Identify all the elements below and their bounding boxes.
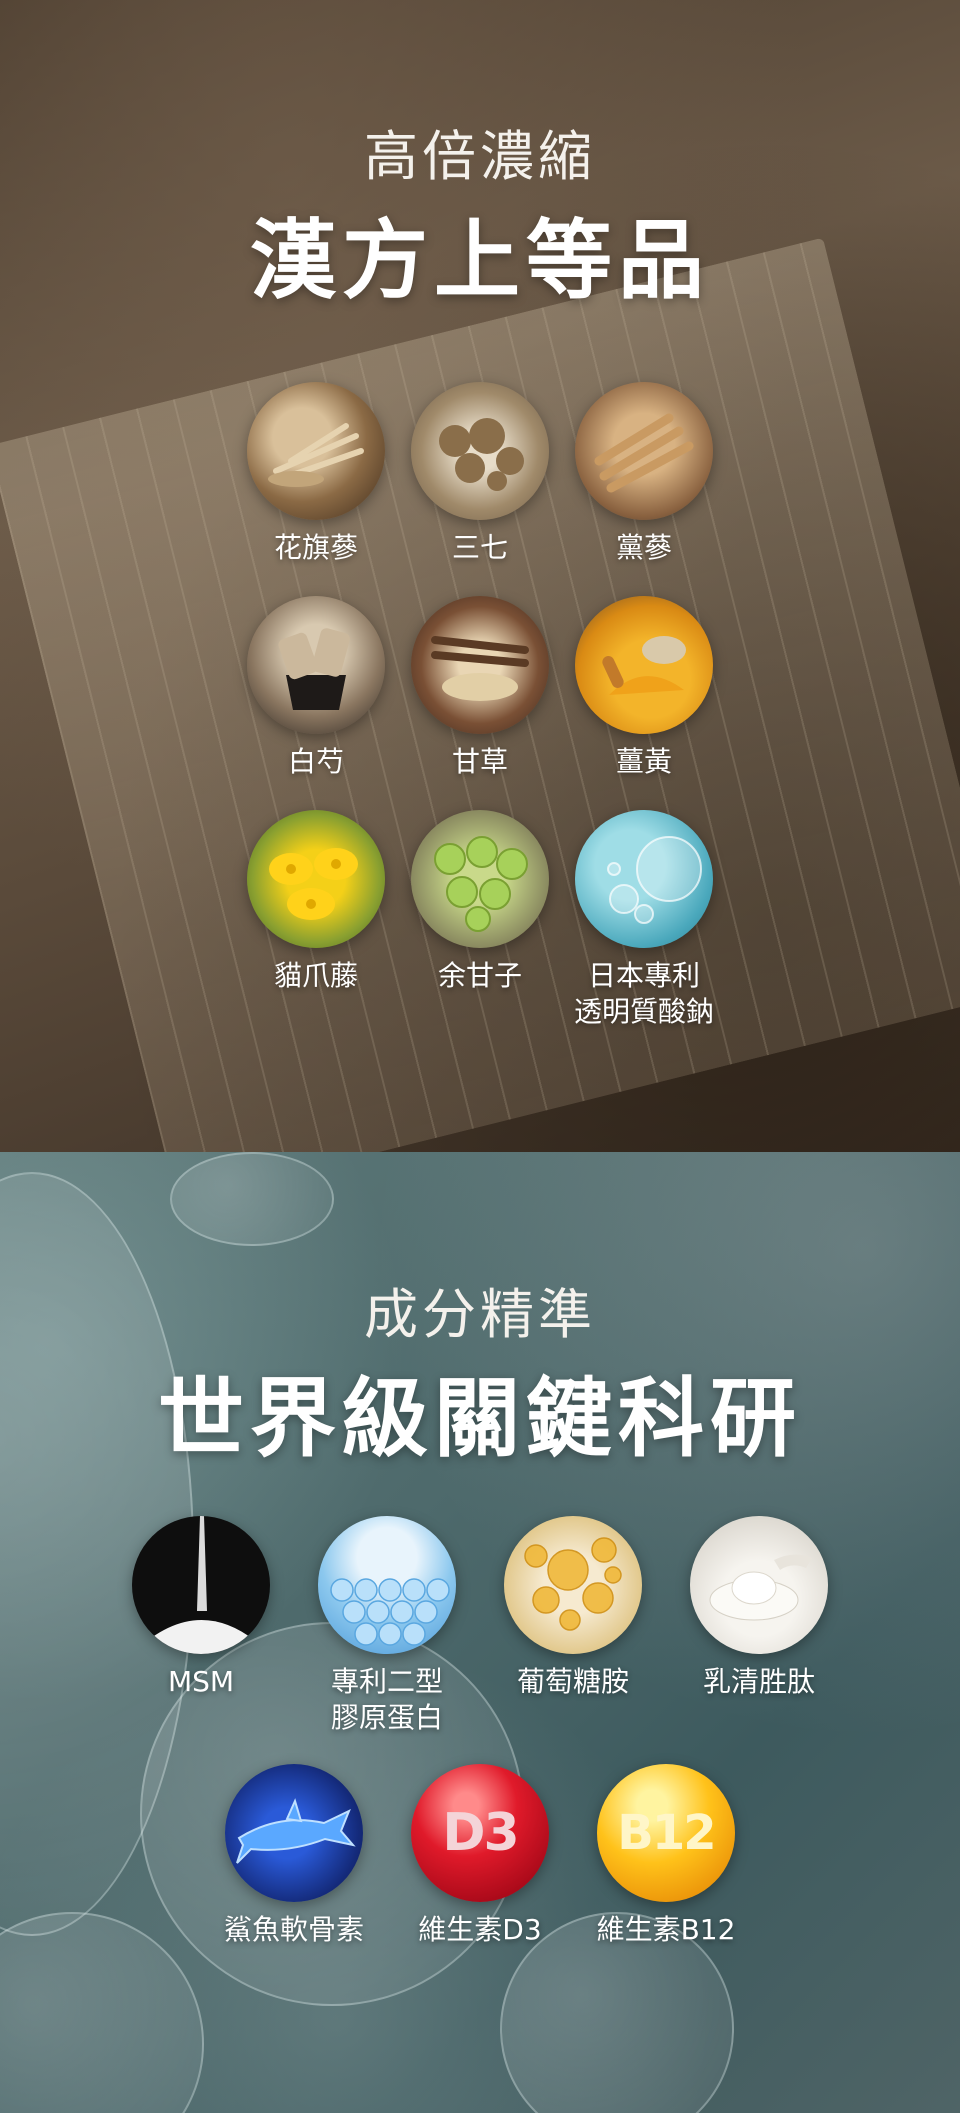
sanqi-icon [411,382,549,520]
ingredient-item-msm: MSM [111,1516,291,1700]
ingredient-item-collagen: 專利二型 膠原蛋白 [297,1516,477,1736]
herb-label: 余甘子 [437,959,522,992]
herb-label-line2: 透明質酸鈉 [573,995,714,1028]
herb-item-hyaluronic: 日本專利 透明質酸鈉 [554,810,734,1030]
ingredient-label: MSM [167,1665,235,1698]
herb-item-licorice: 甘草 [390,596,570,780]
bubble-decoration [170,1152,334,1246]
peony-root-icon [247,596,385,734]
ingredient-label: 葡萄糖胺 [516,1665,629,1698]
vitamin-b12-icon: B12 [597,1764,735,1902]
ingredient-item-glucosamine: 葡萄糖胺 [483,1516,663,1700]
herbs-title: 漢方上等品 [0,190,960,315]
whey-powder-icon [690,1516,828,1654]
msm-powder-icon [132,1516,270,1654]
ingredient-item-vitamin-b12: B12 維生素B12 [576,1764,756,1948]
herb-item-american-ginseng: 花旗蔘 [226,382,406,566]
bubble-decoration [0,1912,204,2113]
herb-item-codonopsis: 黨蔘 [554,382,734,566]
herbs-subtitle: 高倍濃縮 [0,112,960,191]
herb-label: 貓爪藤 [273,959,358,992]
herb-item-cats-claw: 貓爪藤 [226,810,406,994]
herb-label: 黨蔘 [615,531,672,564]
ingredient-item-vitamin-d3: D3 維生素D3 [390,1764,570,1948]
licorice-icon [411,596,549,734]
herbs-subtitle-text: 高倍濃縮 [364,125,596,188]
glucosamine-capsules-icon [504,1516,642,1654]
ingredient-label: 乳清胜肽 [702,1665,815,1698]
science-subtitle-text: 成分精準 [364,1283,596,1346]
herb-item-amla: 余甘子 [390,810,570,994]
herb-item-turmeric: 薑黃 [554,596,734,780]
turmeric-icon [575,596,713,734]
collagen-beads-icon [318,1516,456,1654]
herb-label: 日本專利 [587,959,700,992]
herbs-title-text: 漢方上等品 [250,211,710,311]
herb-label: 甘草 [451,745,508,778]
ginseng-icon [247,382,385,520]
herb-item-sanqi: 三七 [390,382,570,566]
vitamin-d3-badge: D3 [442,1803,519,1863]
amla-icon [411,810,549,948]
ingredient-label: 維生素D3 [418,1913,542,1946]
science-title-text: 世界級關鍵科研 [158,1369,802,1469]
ingredient-item-whey: 乳清胜肽 [669,1516,849,1700]
herbs-section: 高倍濃縮 漢方上等品 花旗蔘 三七 黨蔘 白芍 甘草 薑黃 貓爪藤 余甘子 日本… [0,0,960,1152]
herb-label: 白芍 [287,745,344,778]
ingredient-label-line2: 膠原蛋白 [330,1701,443,1734]
vitamin-d3-icon: D3 [411,1764,549,1902]
ingredient-label: 專利二型 [330,1665,443,1698]
herb-item-white-peony: 白芍 [226,596,406,780]
science-section: 成分精準 世界級關鍵科研 MSM 專利二型 膠原蛋白 葡萄糖胺 乳清胜肽 鯊魚軟… [0,1152,960,2113]
codonopsis-icon [575,382,713,520]
ingredient-item-shark-cartilage: 鯊魚軟骨素 [204,1764,384,1948]
ingredient-label: 鯊魚軟骨素 [223,1913,364,1946]
science-title: 世界級關鍵科研 [0,1348,960,1473]
shark-icon [225,1764,363,1902]
hyaluronic-bubble-icon [575,810,713,948]
vitamin-b12-badge: B12 [617,1805,716,1861]
science-subtitle: 成分精準 [0,1270,960,1349]
cats-claw-flower-icon [247,810,385,948]
herb-label: 三七 [451,531,508,564]
ingredient-label: 維生素B12 [596,1913,736,1946]
herb-label: 薑黃 [615,745,672,778]
herb-label: 花旗蔘 [273,531,358,564]
